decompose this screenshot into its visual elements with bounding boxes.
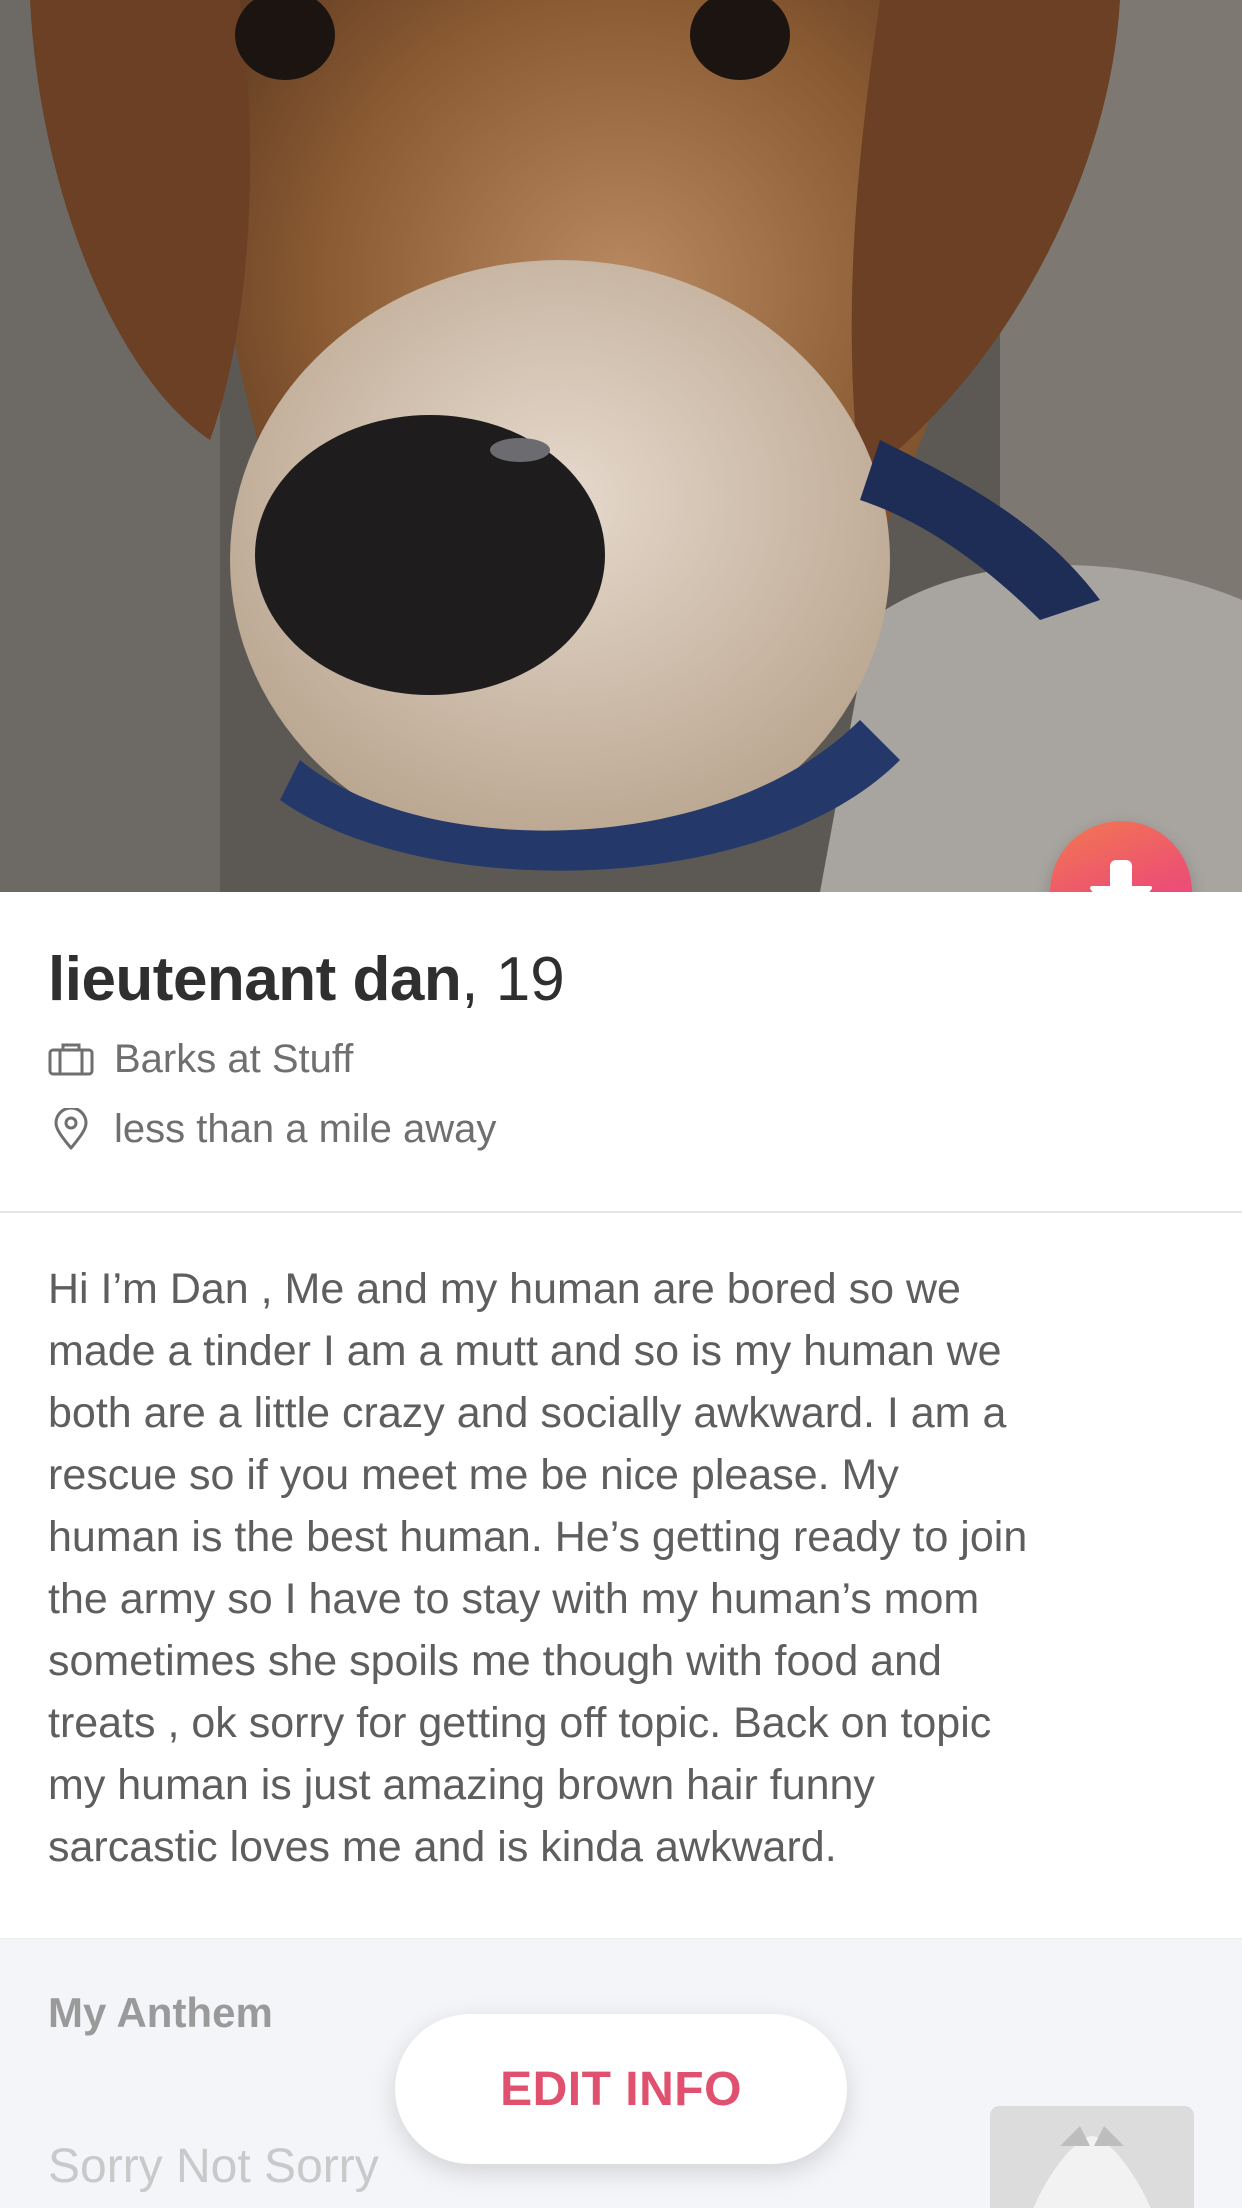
name-age-separator: ,: [461, 945, 479, 1014]
anthem-title: My Anthem: [48, 1989, 273, 2036]
anthem-album-art[interactable]: [990, 2106, 1194, 2208]
briefcase-icon: [48, 1036, 94, 1082]
anthem-song-title[interactable]: Sorry Not Sorry: [48, 2139, 379, 2194]
album-art-image: [990, 2106, 1194, 2208]
job-row: Barks at Stuff: [48, 1036, 353, 1082]
profile-identity-section: lieutenant dan, 19 Barks at Stuff less t…: [0, 892, 1242, 1212]
distance-row: less than a mile away: [48, 1106, 496, 1152]
dog-photo-illustration: [0, 0, 1242, 892]
edit-info-button[interactable]: EDIT INFO: [395, 2014, 847, 2164]
distance-text: less than a mile away: [114, 1106, 497, 1151]
job-text: Barks at Stuff: [114, 1036, 354, 1081]
profile-bio: Hi I’m Dan , Me and my human are bored s…: [48, 1265, 1028, 1871]
profile-name: lieutenant dan: [48, 945, 462, 1014]
profile-name-age: lieutenant dan, 19: [48, 944, 565, 1015]
location-pin-icon: [48, 1106, 94, 1152]
profile-photo: [0, 0, 1242, 892]
profile-age: 19: [495, 945, 565, 1014]
section-divider: [0, 1211, 1242, 1213]
